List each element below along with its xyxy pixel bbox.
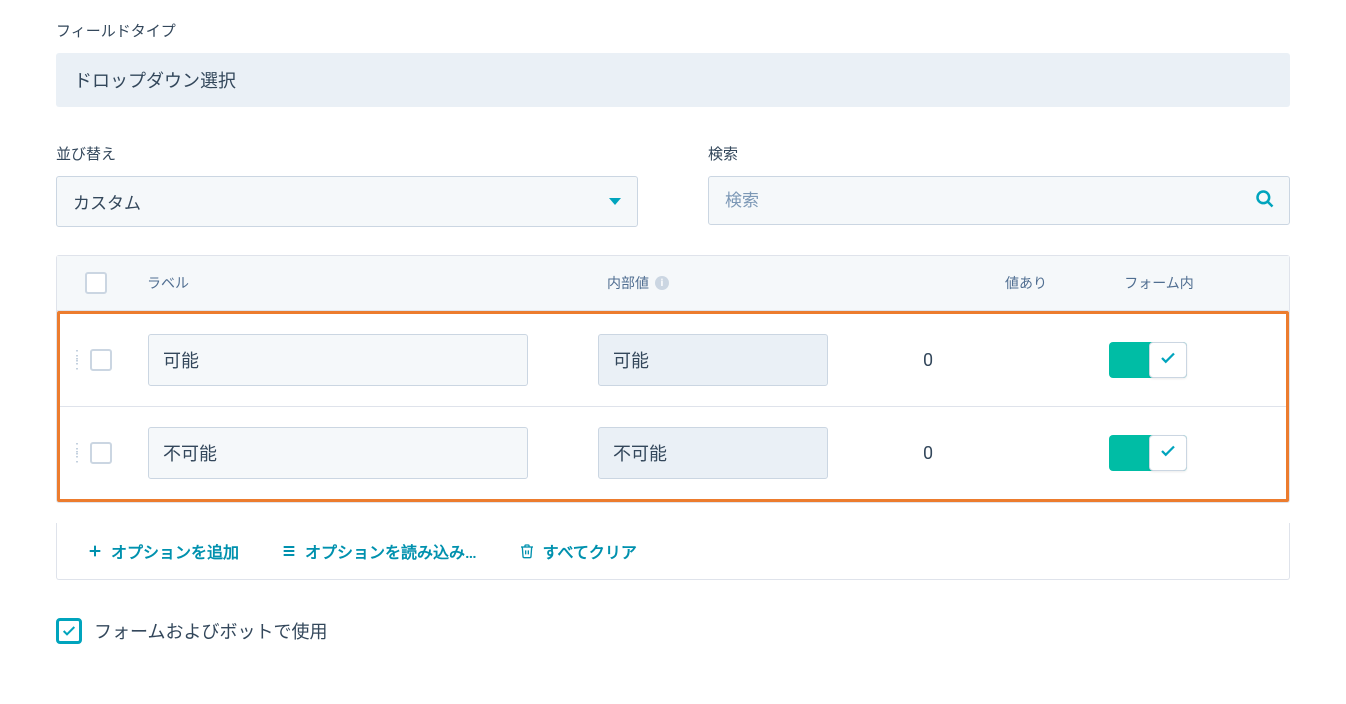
search-icon[interactable] (1255, 189, 1275, 213)
option-label-input[interactable]: 不可能 (148, 427, 528, 479)
option-internal-input[interactable]: 不可能 (598, 427, 828, 479)
in-form-toggle[interactable] (1109, 342, 1187, 378)
list-icon (281, 543, 297, 559)
header-label: ラベル (147, 273, 607, 293)
use-in-forms-checkbox[interactable] (56, 618, 82, 644)
check-icon (1159, 349, 1177, 371)
search-field-wrap (708, 176, 1290, 225)
drag-handle-icon[interactable]: ⋮⋮⋮⋮ (70, 353, 86, 367)
option-internal-input[interactable]: 可能 (598, 334, 828, 386)
table-actions: オプションを追加 オプションを読み込み… すべてクリア (56, 523, 1290, 580)
option-label-input[interactable]: 可能 (148, 334, 528, 386)
row-checkbox[interactable] (90, 349, 112, 371)
option-count: 0 (828, 350, 1028, 371)
header-count: 値あり (907, 273, 1047, 293)
plus-icon (87, 543, 103, 559)
table-row: ⋮⋮⋮⋮ 可能 可能 0 (60, 314, 1286, 407)
check-icon (1159, 442, 1177, 464)
add-option-button[interactable]: オプションを追加 (87, 539, 239, 563)
trash-icon (519, 543, 535, 559)
option-count: 0 (828, 443, 1028, 464)
use-in-forms-row: フォームおよびボットで使用 (56, 618, 1290, 644)
info-icon[interactable]: i (655, 276, 669, 290)
add-option-label: オプションを追加 (111, 539, 239, 563)
table-body-highlighted: ⋮⋮⋮⋮ 可能 可能 0 ⋮⋮⋮⋮ 不可能 不可能 0 (57, 311, 1289, 502)
field-type-value: ドロップダウン選択 (56, 53, 1290, 107)
row-checkbox[interactable] (90, 442, 112, 464)
field-type-label: フィールドタイプ (56, 20, 1290, 41)
drag-handle-icon[interactable]: ⋮⋮⋮⋮ (70, 446, 86, 460)
search-input[interactable] (725, 191, 1255, 211)
options-table: ラベル 内部値 i 値あり フォーム内 ⋮⋮⋮⋮ 可能 可能 0 ⋮⋮⋮⋮ (56, 255, 1290, 503)
sort-selected-value: カスタム (73, 189, 141, 214)
table-row: ⋮⋮⋮⋮ 不可能 不可能 0 (60, 407, 1286, 499)
use-in-forms-label: フォームおよびボットで使用 (94, 618, 327, 644)
table-header: ラベル 内部値 i 値あり フォーム内 (57, 256, 1289, 311)
select-all-checkbox[interactable] (85, 272, 107, 294)
header-inform: フォーム内 (1047, 273, 1271, 293)
clear-all-label: すべてクリア (543, 539, 637, 563)
sort-select[interactable]: カスタム (56, 176, 638, 227)
header-internal: 内部値 (607, 273, 649, 293)
load-options-button[interactable]: オプションを読み込み… (281, 539, 477, 563)
chevron-down-icon (609, 198, 621, 205)
sort-label: 並び替え (56, 143, 638, 164)
search-label: 検索 (708, 143, 1290, 164)
in-form-toggle[interactable] (1109, 435, 1187, 471)
load-options-label: オプションを読み込み… (305, 539, 477, 563)
clear-all-button[interactable]: すべてクリア (519, 539, 637, 563)
